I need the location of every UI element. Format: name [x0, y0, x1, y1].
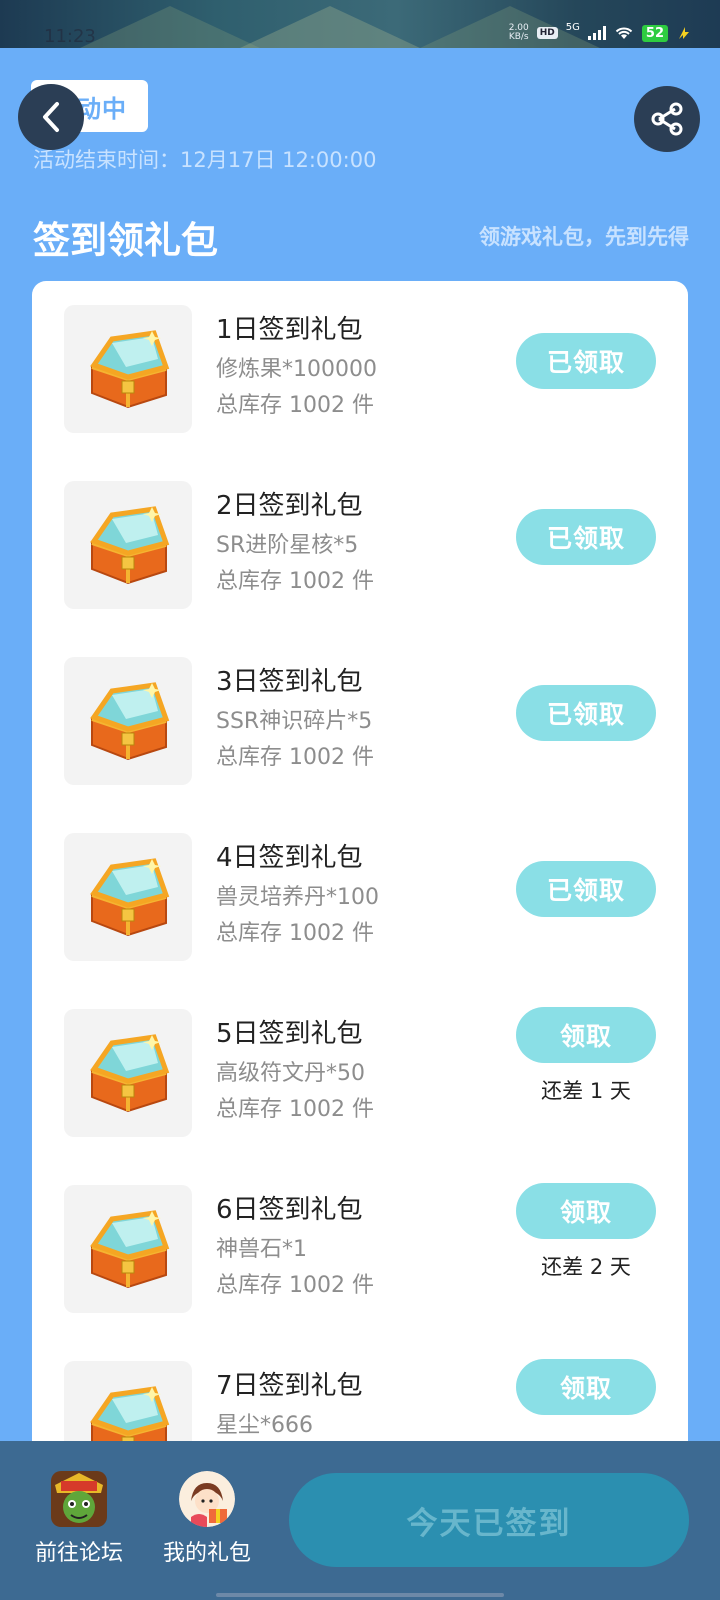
gift-row: 1日签到礼包 修炼果*100000 总库存 1002 件 已领取 [32, 281, 688, 457]
claimed-button[interactable]: 已领取 [516, 333, 656, 389]
gift-reward: 神兽石*1 [216, 1237, 307, 1262]
treasure-chest-icon [64, 1361, 192, 1441]
gift-stock: 总库存 1002 件 [216, 393, 374, 418]
gift-title: 7日签到礼包 [216, 1371, 363, 1401]
status-time: 11:23 [44, 26, 96, 47]
treasure-chest-icon [64, 657, 192, 785]
gift-row: 4日签到礼包 兽灵培养丹*100 总库存 1002 件 已领取 [32, 809, 688, 985]
gift-reward: SR进阶星核*5 [216, 533, 359, 558]
claim-button[interactable]: 领取 [516, 1007, 656, 1063]
share-button[interactable] [634, 86, 700, 152]
gift-title: 4日签到礼包 [216, 843, 363, 873]
gift-stock: 总库存 1002 件 [216, 745, 374, 770]
gift-row: 5日签到礼包 高级符文丹*50 总库存 1002 件 领取 还差 1 天 [32, 985, 688, 1161]
bottom-action-bar: 前往论坛 我的礼包 今天已签到 [0, 1441, 720, 1600]
gift-reward: 高级符文丹*50 [216, 1061, 365, 1086]
gift-row: 3日签到礼包 SSR神识碎片*5 总库存 1002 件 已领取 [32, 633, 688, 809]
gift-stock: 总库存 1002 件 [216, 569, 374, 594]
gift-stock: 总库存 1002 件 [216, 1097, 374, 1122]
battery-icon: 52 [641, 24, 668, 42]
activity-end-time: 活动结束时间：12月17日 12:00:00 [33, 148, 377, 172]
my-gifts-nav-item[interactable]: 我的礼包 [152, 1471, 262, 1567]
gift-reward: 兽灵培养丹*100 [216, 885, 379, 910]
gift-title: 2日签到礼包 [216, 491, 363, 521]
gift-row: 2日签到礼包 SR进阶星核*5 总库存 1002 件 已领取 [32, 457, 688, 633]
forum-nav-item[interactable]: 前往论坛 [24, 1471, 134, 1567]
gift-avatar-icon [179, 1471, 235, 1527]
status-bar: 11:23 2.00 KB/s HD 5G 52 [0, 0, 720, 48]
chevron-left-icon [43, 102, 59, 132]
charging-icon [679, 27, 689, 39]
gift-title: 3日签到礼包 [216, 667, 363, 697]
back-button[interactable] [18, 84, 84, 150]
treasure-chest-icon [64, 305, 192, 433]
treasure-chest-icon [64, 481, 192, 609]
wallpaper-mountain [80, 6, 260, 48]
gift-row: 6日签到礼包 神兽石*1 总库存 1002 件 领取 还差 2 天 [32, 1161, 688, 1337]
gift-reward: 星尘*666 [216, 1413, 313, 1438]
gift-title: 1日签到礼包 [216, 315, 363, 345]
signed-in-today-button[interactable]: 今天已签到 [289, 1473, 689, 1567]
claimed-button[interactable]: 已领取 [516, 861, 656, 917]
status-icons: 2.00 KB/s HD 5G 52 [509, 21, 692, 42]
gift-title: 5日签到礼包 [216, 1019, 363, 1049]
gift-reward: SSR神识碎片*5 [216, 709, 373, 734]
days-remaining: 还差 2 天 [541, 1255, 631, 1279]
claimed-button[interactable]: 已领取 [516, 509, 656, 565]
share-icon [651, 102, 683, 136]
claim-button[interactable]: 领取 [516, 1359, 656, 1415]
home-indicator[interactable] [216, 1593, 504, 1597]
days-remaining: 还差 1 天 [541, 1079, 631, 1103]
gift-reward: 修炼果*100000 [216, 357, 377, 382]
wallpaper-mountain [240, 6, 420, 48]
net-speed: 2.00 KB/s [509, 24, 529, 42]
gift-row: 7日签到礼包 星尘*666 领取 [32, 1337, 688, 1441]
gift-stock: 总库存 1002 件 [216, 1273, 374, 1298]
hd-icon: HD [536, 27, 558, 39]
gift-stock: 总库存 1002 件 [216, 921, 374, 946]
net-speed-unit: KB/s [508, 32, 529, 42]
my-gifts-label: 我的礼包 [162, 1541, 251, 1566]
network-type: 5G [565, 21, 580, 33]
treasure-chest-icon [64, 833, 192, 961]
treasure-chest-icon [64, 1009, 192, 1137]
claimed-button[interactable]: 已领取 [516, 685, 656, 741]
claim-button[interactable]: 领取 [516, 1183, 656, 1239]
forum-label: 前往论坛 [34, 1541, 123, 1566]
section-title: 签到领礼包 [33, 219, 218, 262]
signal-icon [587, 26, 606, 40]
gift-title: 6日签到礼包 [216, 1195, 363, 1225]
treasure-chest-icon [64, 1185, 192, 1313]
game-app-icon [51, 1471, 107, 1527]
gift-list[interactable]: 1日签到礼包 修炼果*100000 总库存 1002 件 已领取 2日签到礼包 … [32, 281, 688, 1441]
wifi-icon [615, 27, 633, 39]
section-subtitle: 领游戏礼包，先到先得 [479, 225, 689, 249]
